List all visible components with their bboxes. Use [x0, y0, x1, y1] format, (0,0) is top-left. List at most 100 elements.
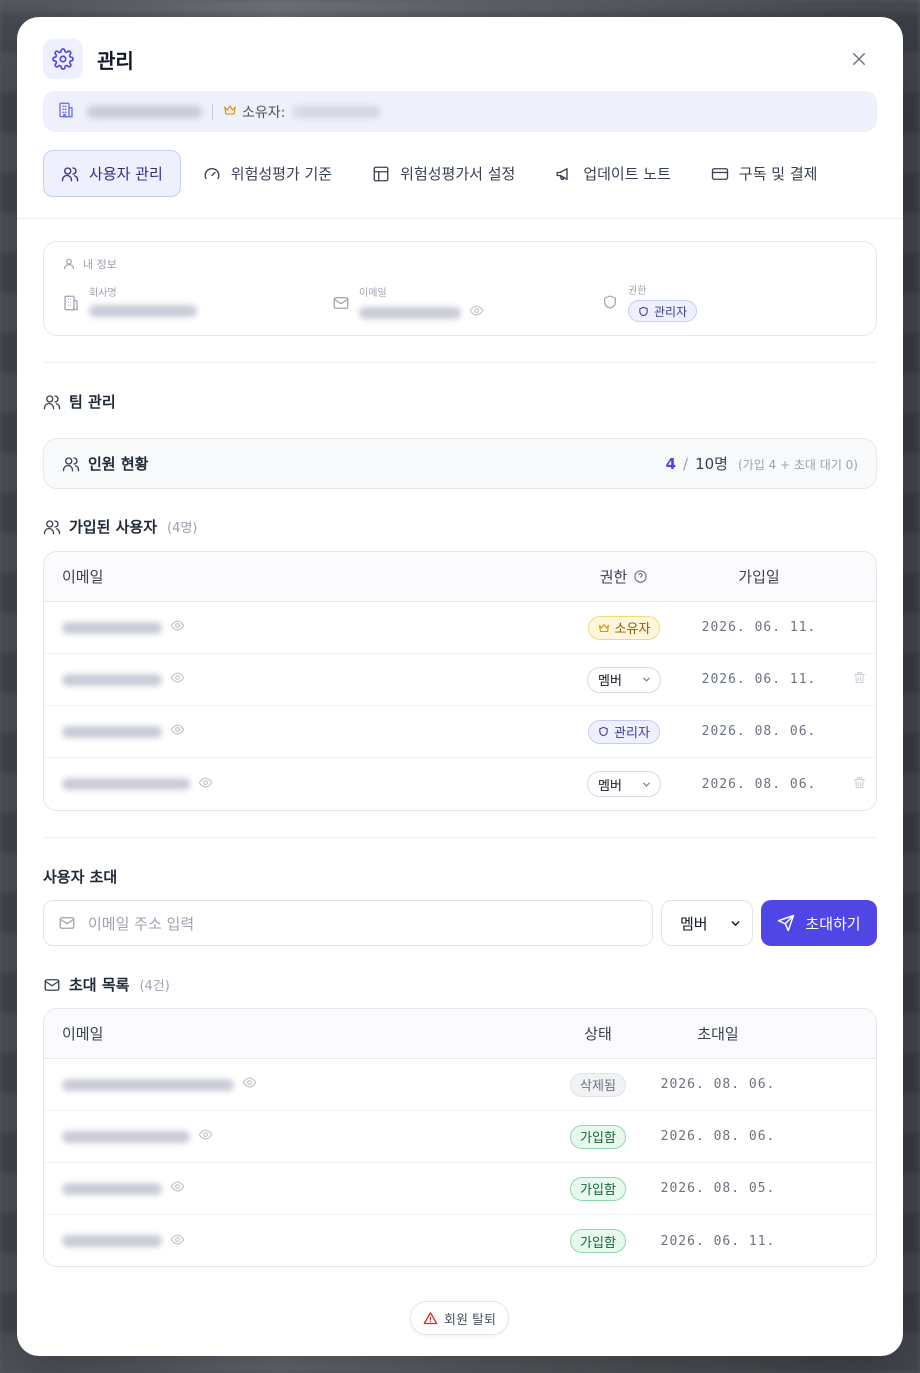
tab-label: 위험성평가서 설정	[400, 165, 516, 183]
my-info-heading: 내 정보	[83, 258, 117, 271]
modal-title: 관리	[97, 48, 134, 73]
headcount-detail: (가입 4 + 초대 대기 0)	[737, 458, 858, 472]
status-badge: 가입함	[570, 1229, 626, 1253]
gear-icon	[43, 39, 83, 79]
joined-date: 2026. 08. 06.	[701, 724, 817, 739]
invite-date: 2026. 08. 05.	[660, 1181, 776, 1196]
eye-icon[interactable]	[170, 722, 185, 741]
team-heading: 팀 관리	[43, 391, 116, 412]
tab-risk-document-settings[interactable]: 위험성평가서 설정	[354, 150, 533, 197]
invite-email-redacted	[62, 1130, 190, 1143]
invite-role-value: 멤버	[680, 914, 708, 933]
headcount-card: 인원 현황 4 / 10명 (가입 4 + 초대 대기 0)	[43, 438, 877, 489]
table-row: 가입함 2026. 08. 05.	[44, 1163, 876, 1215]
invite-email-redacted	[62, 1235, 162, 1247]
col-status: 상태	[584, 1025, 612, 1043]
user-icon	[63, 258, 75, 270]
table-row: 가입함 2026. 08. 06.	[44, 1111, 876, 1163]
invites-heading: 초대 목록 (4건)	[43, 974, 170, 995]
eye-icon[interactable]	[170, 1232, 185, 1251]
modal-header: 관리	[43, 39, 877, 79]
invites-count: (4건)	[139, 979, 170, 994]
settings-modal: 관리 소유자: 사용자 관리 위험성평가 기준 위험성평가서 설정 업데이트 노…	[17, 17, 903, 1356]
eye-icon[interactable]	[242, 1075, 257, 1094]
invite-heading: 사용자 초대	[43, 866, 117, 887]
table-icon	[373, 166, 389, 181]
chevron-down-icon	[731, 920, 740, 926]
withdraw-label: 회원 탈퇴	[444, 1312, 496, 1328]
member-email-redacted	[62, 621, 162, 634]
credit-card-icon	[711, 167, 729, 180]
divider	[212, 103, 213, 120]
role-label: 소유자	[614, 622, 651, 637]
headcount-current: 4	[665, 455, 677, 473]
role-select[interactable]: 멤버	[587, 666, 661, 693]
invite-role-select[interactable]: 멤버	[661, 900, 753, 946]
invite-email-redacted	[62, 1182, 162, 1195]
tab-user-management[interactable]: 사용자 관리	[43, 150, 181, 197]
mail-icon	[44, 978, 60, 991]
tab-label: 위험성평가 기준	[230, 165, 333, 183]
members-table: 이메일 권한 가입일 소유자 2026. 06. 11. 멤버 2026. 06…	[43, 551, 877, 811]
withdraw-button[interactable]: 회원 탈퇴	[410, 1301, 509, 1335]
owner-email-redacted	[293, 105, 382, 118]
users-icon	[43, 519, 61, 534]
company-field: 회사명	[62, 284, 197, 321]
tab-risk-criteria[interactable]: 위험성평가 기준	[185, 150, 350, 197]
email-value-redacted	[359, 306, 461, 319]
building-icon	[64, 295, 78, 310]
col-joined: 가입일	[738, 568, 780, 586]
tab-update-notes[interactable]: 업데이트 노트	[537, 150, 689, 197]
eye-icon[interactable]	[170, 1179, 185, 1198]
tab-subscription-billing[interactable]: 구독 및 결제	[693, 150, 836, 197]
owner-label: 소유자:	[242, 104, 286, 121]
eye-icon[interactable]	[198, 1127, 213, 1146]
col-role-label: 권한	[599, 568, 628, 586]
table-row: 멤버 2026. 06. 11.	[44, 654, 876, 706]
member-email-redacted	[62, 725, 162, 738]
invites-table-header: 이메일 상태 초대일	[44, 1009, 876, 1059]
role-field: 권한 관리자	[602, 282, 698, 322]
headcount-slash: /	[683, 455, 689, 473]
shield-icon	[599, 726, 608, 737]
status-badge: 가입함	[570, 1176, 626, 1201]
megaphone-icon	[556, 167, 569, 180]
crown-icon	[598, 623, 609, 632]
users-icon	[61, 166, 79, 181]
joined-date: 2026. 06. 11.	[701, 672, 817, 687]
members-heading: 가입된 사용자 (4명)	[43, 516, 197, 537]
col-email: 이메일	[62, 1025, 104, 1043]
col-role: 권한	[564, 566, 684, 587]
invites-heading-label: 초대 목록	[69, 976, 130, 994]
eye-icon[interactable]	[170, 670, 185, 689]
section-divider	[43, 362, 877, 363]
chevron-down-icon	[643, 782, 650, 787]
email-label: 이메일	[359, 288, 387, 299]
invite-date: 2026. 08. 06.	[660, 1077, 776, 1092]
eye-icon[interactable]	[469, 303, 484, 322]
users-icon	[43, 394, 61, 409]
members-count: (4명)	[167, 521, 198, 536]
status-badge: 삭제됨	[570, 1072, 626, 1097]
invite-date: 2026. 08. 06.	[660, 1129, 776, 1144]
my-info-card: 내 정보 회사명 이메일 권한 관리자	[43, 241, 877, 336]
tab-label: 업데이트 노트	[583, 165, 671, 183]
invite-email-placeholder: 이메일 주소 입력	[88, 914, 195, 933]
member-email-redacted	[62, 778, 190, 790]
role-select[interactable]: 멤버	[587, 771, 661, 797]
table-row: 삭제됨 2026. 08. 06.	[44, 1059, 876, 1111]
eye-icon[interactable]	[170, 618, 185, 637]
close-icon[interactable]	[847, 47, 871, 71]
gauge-icon	[204, 167, 220, 179]
invite-email-input[interactable]: 이메일 주소 입력	[43, 900, 653, 946]
crown-icon	[223, 103, 237, 121]
org-owner-bar: 소유자:	[43, 91, 877, 132]
eye-icon[interactable]	[198, 775, 213, 794]
trash-icon[interactable]	[852, 775, 867, 794]
admin-badge: 관리자	[588, 719, 660, 744]
owner-badge: 소유자	[587, 615, 661, 640]
invite-button[interactable]: 초대하기	[761, 900, 877, 946]
status-badge: 가입함	[570, 1124, 626, 1149]
mail-icon	[333, 297, 349, 309]
trash-icon[interactable]	[852, 670, 867, 689]
